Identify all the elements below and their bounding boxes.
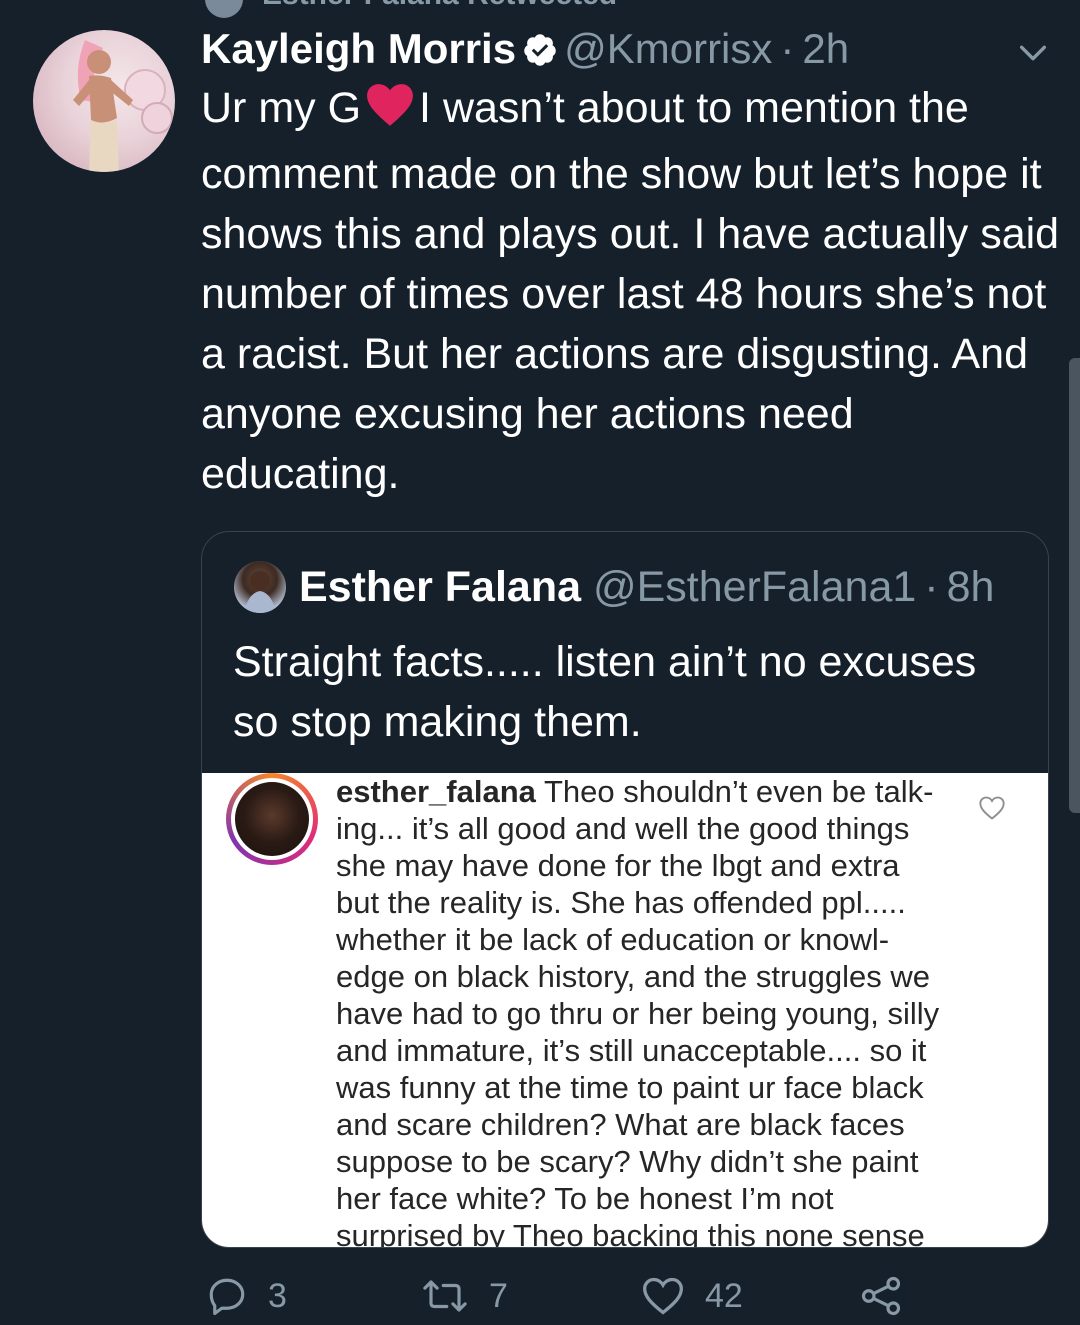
tweet-text-body: I wasn’t about to mention the comment ma…	[201, 84, 1060, 498]
quote-author-avatar	[234, 561, 286, 613]
time-separator: ·	[780, 25, 795, 72]
quote-author-name: Esther Falana	[299, 563, 581, 611]
author-name[interactable]: Kayleigh Morris	[201, 25, 516, 72]
share-button[interactable]	[860, 1275, 902, 1317]
like-button[interactable]: 42	[641, 1275, 743, 1317]
heart-outline-icon	[978, 795, 1006, 826]
verified-badge-icon	[522, 29, 558, 79]
share-icon	[861, 1276, 901, 1316]
retweet-context: Esther Falana Retweeted	[200, 0, 617, 12]
reply-icon	[209, 1278, 245, 1316]
author-avatar[interactable]	[33, 30, 175, 172]
quote-author-handle: @EstherFalana1	[592, 563, 917, 611]
author-handle[interactable]: @Kmorrisx	[564, 25, 772, 72]
quoted-tweet[interactable]: Esther Falana @EstherFalana1 · 8h Straight…	[201, 531, 1049, 1248]
quote-text: Straight facts..... listen ain’t no excu…	[233, 638, 977, 746]
quote-time-separator: ·	[924, 563, 939, 611]
instagram-comment: esther_falana Theo shouldn’t even be tal…	[336, 773, 946, 1247]
author-avatar-image	[73, 40, 173, 172]
retweet-icon	[423, 1280, 467, 1312]
instagram-comment-text: Theo shouldn’t even be talk-ing... it’s …	[336, 774, 940, 1247]
red-heart-icon	[365, 82, 415, 144]
like-count: 42	[705, 1276, 743, 1315]
retweet-count: 7	[489, 1276, 508, 1315]
tweet-time[interactable]: 2h	[802, 25, 849, 72]
quote-header: Esther Falana @EstherFalana1 · 8h	[299, 562, 994, 612]
tweet-text-start: Ur my G	[201, 84, 362, 132]
reply-count: 3	[268, 1276, 287, 1315]
heart-icon	[643, 1277, 683, 1315]
quote-time: 8h	[946, 563, 995, 611]
instagram-avatar	[226, 773, 318, 865]
tweet-actions: 3 7 42	[0, 1275, 1080, 1325]
chevron-down-icon[interactable]	[1016, 36, 1050, 75]
instagram-username: esther_falana	[336, 774, 536, 809]
reply-button[interactable]: 3	[206, 1275, 287, 1317]
retweet-button[interactable]: 7	[421, 1275, 508, 1317]
scrollbar[interactable]	[1069, 358, 1080, 813]
quote-attached-image[interactable]: esther_falana Theo shouldn’t even be tal…	[202, 773, 1048, 1247]
tweet-text: Ur my GI wasn’t about to mention the com…	[201, 78, 1061, 504]
retweet-context-text: Esther Falana Retweeted	[262, 0, 617, 11]
tweet-header: Kayleigh Morris @Kmorrisx · 2h	[201, 24, 849, 79]
